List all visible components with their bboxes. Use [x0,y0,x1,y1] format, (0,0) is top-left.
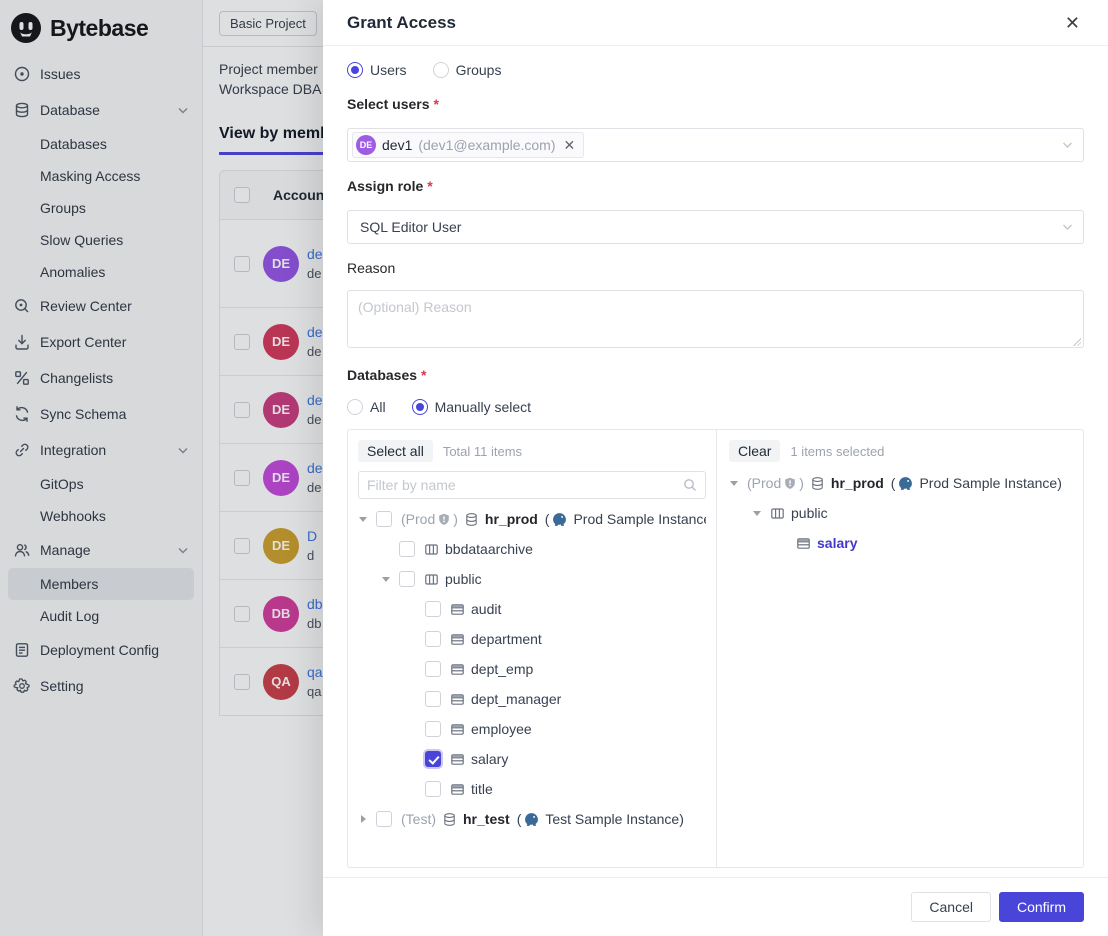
reason-textarea[interactable] [347,290,1084,348]
postgres-icon [898,476,913,491]
checkbox[interactable] [376,811,392,827]
selected-user-tag: DE dev1 (dev1@example.com) ✕ [352,132,584,158]
caret-down-icon[interactable] [752,511,762,516]
table-icon [450,602,465,617]
shield-icon [784,477,796,490]
table-icon [450,692,465,707]
required-asterisk: * [427,178,432,198]
tree-row-table-salary[interactable]: salary [358,744,706,774]
tree-row-table[interactable]: dept_emp [358,654,706,684]
tree-row-table[interactable]: dept_manager [358,684,706,714]
filter-input-wrap [358,471,706,499]
tree-row-schema[interactable]: bbdataarchive [358,534,706,564]
user-email: (dev1@example.com) [418,137,555,153]
radio-groups[interactable]: Groups [433,62,502,78]
shield-icon [438,513,450,526]
cancel-button[interactable]: Cancel [911,892,991,922]
table-icon [450,752,465,767]
tree-row-hr-prod[interactable]: (Prod) hr_prod ( Prod Sample Instance [358,504,706,534]
checkbox[interactable] [425,721,441,737]
table-icon [450,662,465,677]
schema-icon [424,572,439,587]
close-icon[interactable]: ✕ [1061,10,1084,36]
tree-row-schema-public[interactable]: public [358,564,706,594]
checkbox-checked[interactable] [425,751,441,767]
remove-user-icon[interactable]: ✕ [562,137,576,154]
select-users-label: Select users* [347,96,1084,116]
checkbox[interactable] [425,601,441,617]
checkbox[interactable] [376,511,392,527]
reason-field-wrap [347,280,1084,351]
search-icon [683,478,697,492]
avatar: DE [356,135,376,155]
checkbox[interactable] [399,541,415,557]
caret-down-icon[interactable] [358,517,368,522]
assign-role-label: Assign role* [347,178,1084,198]
select-users-input[interactable]: DE dev1 (dev1@example.com) ✕ [347,128,1084,162]
schema-icon [424,542,439,557]
tree-row-table[interactable]: employee [358,714,706,744]
radio-dot [347,399,363,415]
clear-button[interactable]: Clear [729,440,780,462]
modal-title: Grant Access [347,13,456,33]
checkbox[interactable] [425,661,441,677]
chevron-down-icon [1062,141,1073,149]
database-tree-picker: Select all Total 11 items (Prod) [347,429,1084,868]
radio-dot [433,62,449,78]
database-tree: (Prod) hr_prod ( Prod Sample Instance [358,504,706,834]
selected-count-label: 1 items selected [790,444,884,459]
modal-footer: Cancel Confirm [323,877,1108,936]
tree-row-hr-prod[interactable]: (Prod) hr_prod ( Prod Sample Instance) [729,468,1071,498]
confirm-button[interactable]: Confirm [999,892,1084,922]
reason-label: Reason [347,260,1084,280]
caret-down-icon[interactable] [729,481,739,486]
tree-row-table[interactable]: title [358,774,706,804]
radio-manually-select[interactable]: Manually select [412,399,532,415]
total-items-label: Total 11 items [443,444,522,459]
table-icon [796,536,811,551]
modal-body: Users Groups Select users* DE dev1 (dev1… [323,46,1108,877]
assign-role-select[interactable]: SQL Editor User [347,210,1084,244]
tree-row-table[interactable]: department [358,624,706,654]
postgres-icon [552,512,567,527]
databases-label: Databases* [347,367,1084,387]
table-icon [450,722,465,737]
checkbox[interactable] [425,691,441,707]
modal-header: Grant Access ✕ [323,0,1108,46]
database-scope-radios: All Manually select [347,397,1084,417]
role-value: SQL Editor User [352,219,461,235]
required-asterisk: * [421,367,426,387]
selected-tree: (Prod) hr_prod ( Prod Sample Instance) p… [729,468,1071,558]
picker-source-panel: Select all Total 11 items (Prod) [348,430,717,867]
tree-row-schema-public[interactable]: public [729,498,1071,528]
user-name: dev1 [382,137,412,153]
chevron-down-icon [1062,223,1073,231]
table-icon [450,782,465,797]
required-asterisk: * [434,96,439,116]
radio-users[interactable]: Users [347,62,407,78]
grant-access-modal: Grant Access ✕ Users Groups Select users… [323,0,1108,936]
checkbox[interactable] [399,571,415,587]
schema-icon [770,506,785,521]
select-all-button[interactable]: Select all [358,440,433,462]
database-icon [442,812,457,827]
tree-row-table[interactable]: audit [358,594,706,624]
checkbox[interactable] [425,781,441,797]
picker-selected-panel: Clear 1 items selected (Prod) hr_prod ( … [717,430,1083,867]
page: Bytebase Issues Database Databases Maski… [0,0,1108,936]
member-type-radios: Users Groups [347,60,1084,80]
caret-right-icon[interactable] [358,815,368,823]
database-icon [464,512,479,527]
radio-all[interactable]: All [347,399,386,415]
radio-dot [412,399,428,415]
radio-dot [347,62,363,78]
table-icon [450,632,465,647]
postgres-icon [524,812,539,827]
filter-input[interactable] [367,477,683,493]
database-icon [810,476,825,491]
checkbox[interactable] [425,631,441,647]
tree-row-hr-test[interactable]: (Test) hr_test ( Test Sample Instance) [358,804,706,834]
caret-down-icon[interactable] [381,577,391,582]
tree-row-table-salary[interactable]: salary [729,528,1071,558]
